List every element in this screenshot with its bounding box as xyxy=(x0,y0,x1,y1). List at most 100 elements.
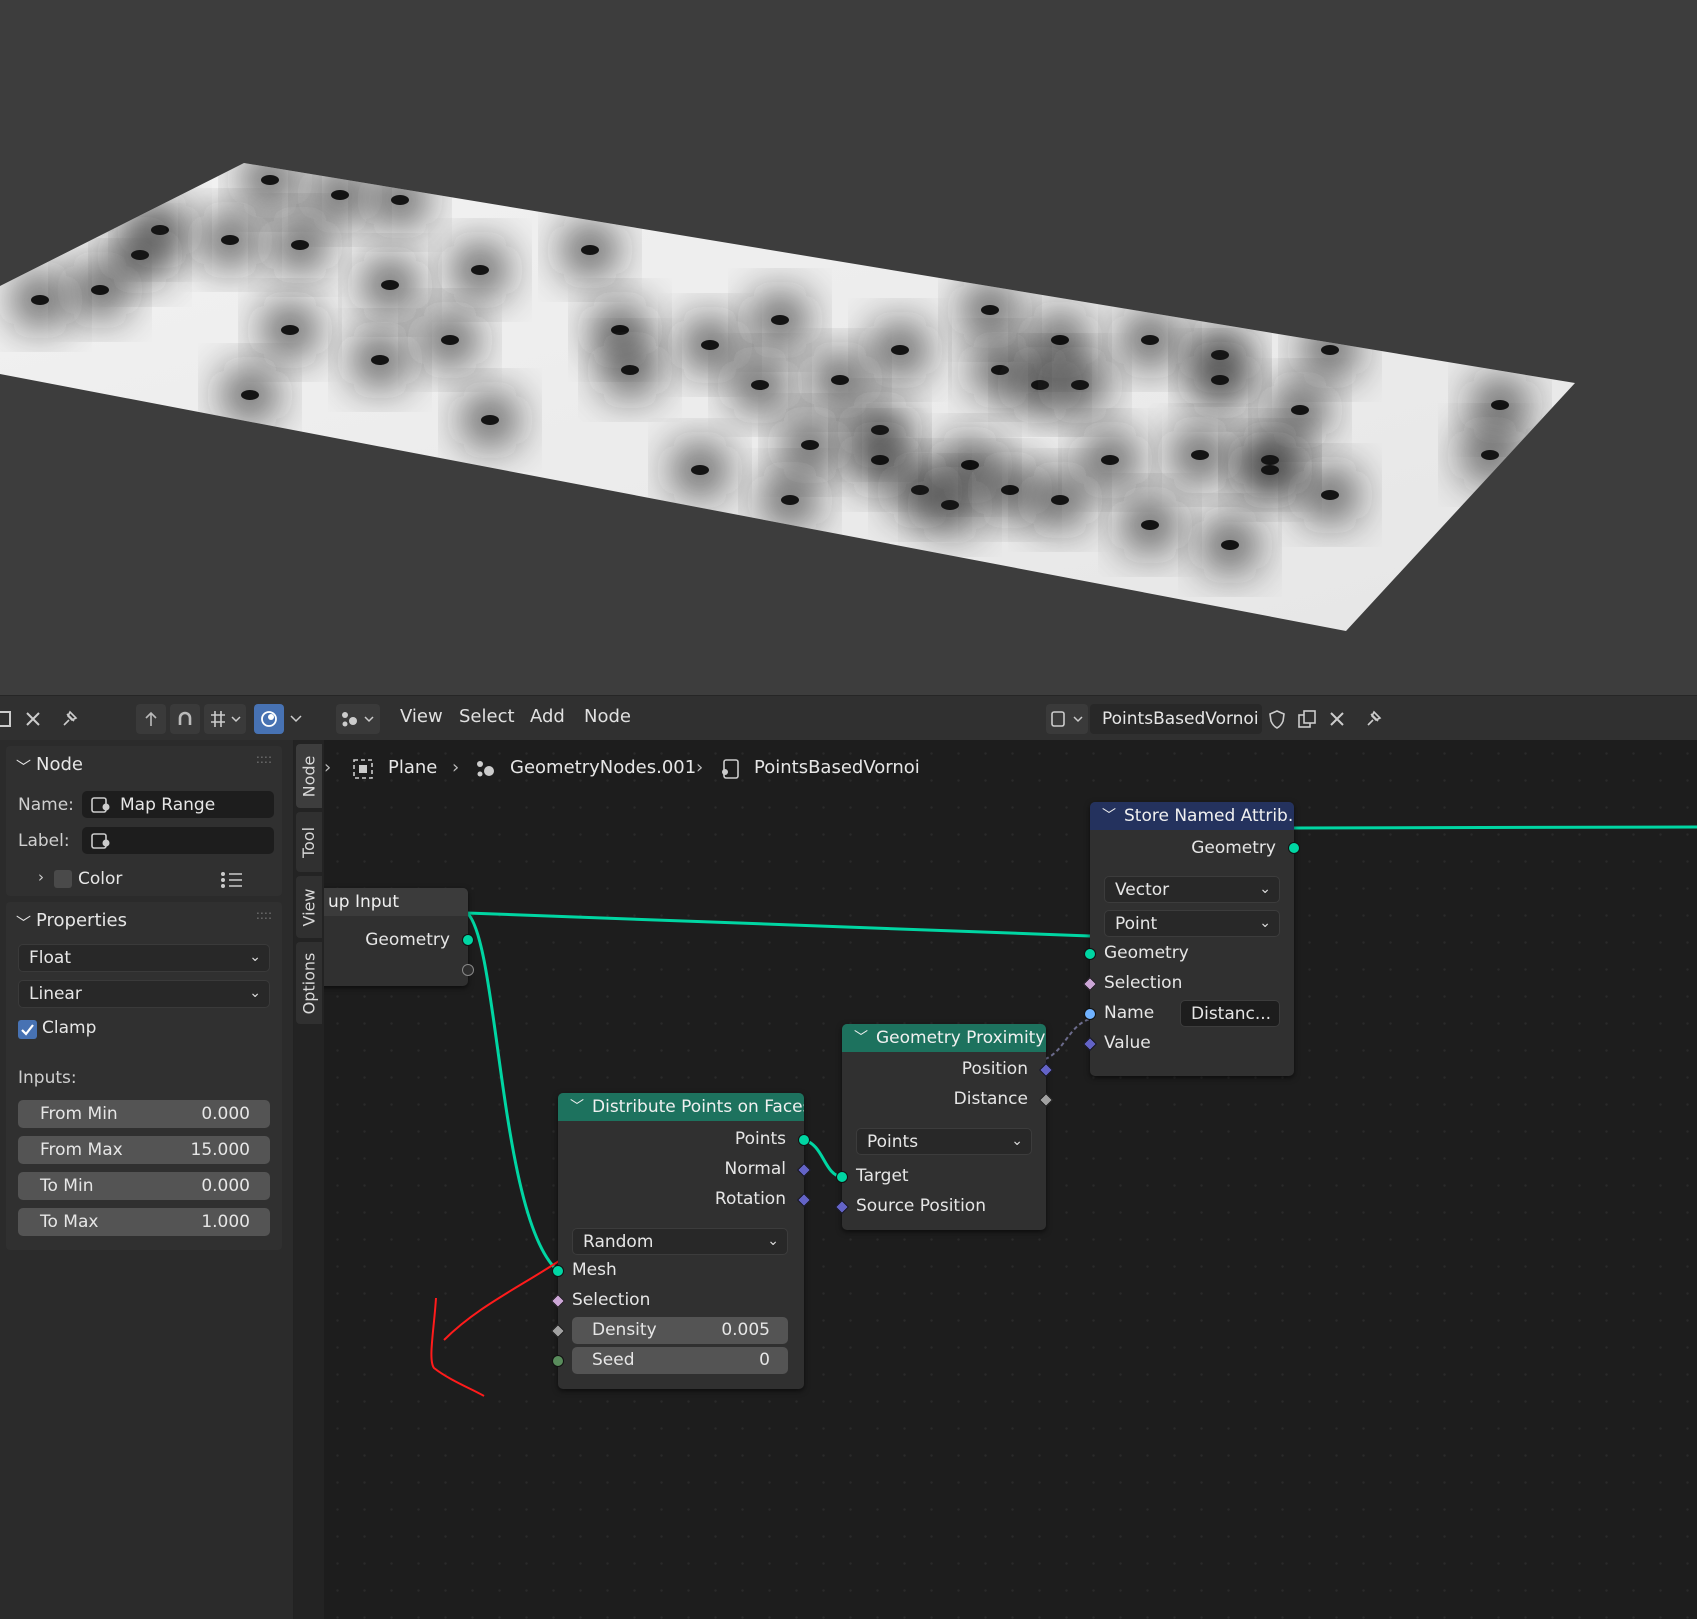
node-store-header[interactable]: ﹀ Store Named Attrib... xyxy=(1090,802,1294,830)
store-domain-dropdown[interactable]: Point ⌄ xyxy=(1104,910,1280,937)
chevron-down-icon[interactable]: ﹀ xyxy=(16,756,31,777)
group-input-geometry-label: Geometry xyxy=(365,930,450,950)
voronoi-spot-core xyxy=(1051,495,1069,505)
node-tree-name-field[interactable]: PointsBasedVornoi xyxy=(1090,704,1262,734)
node-panel: ﹀ Node :::: Name: Map Range Label: › Col… xyxy=(6,746,282,896)
node-distribute-title: Distribute Points on Faces xyxy=(592,1097,804,1117)
distribute-mesh-label: Mesh xyxy=(572,1260,617,1280)
label-label: Label: xyxy=(18,831,70,851)
proximity-target-socket[interactable] xyxy=(836,1171,848,1183)
proximity-mode-value: Points xyxy=(867,1132,919,1152)
distribute-seed-field[interactable]: Seed 0 xyxy=(572,1347,788,1374)
parent-node-tree-icon[interactable] xyxy=(136,704,166,734)
voronoi-spot-core xyxy=(221,235,239,245)
from-min-field[interactable]: From Min 0.000 xyxy=(18,1100,270,1128)
node-store-named-attribute[interactable]: ﹀ Store Named Attrib... Geometry Vector ⌄… xyxy=(1082,802,1300,1076)
chevron-down-icon[interactable]: ﹀ xyxy=(570,1096,584,1116)
node-name-field[interactable]: Map Range xyxy=(82,791,274,818)
from-min-value: 0.000 xyxy=(201,1104,250,1124)
proximity-mode-dropdown[interactable]: Points ⌄ xyxy=(856,1128,1032,1155)
data-type-dropdown[interactable]: Float ⌄ xyxy=(18,944,270,972)
node-group-input-header[interactable]: up Input xyxy=(324,888,468,916)
breadcrumb-chevron-icon: › xyxy=(452,757,460,778)
breadcrumb-modifier[interactable]: GeometryNodes.001 xyxy=(510,757,696,778)
node-tree-browse-icon[interactable] xyxy=(1046,704,1088,734)
chevron-down-icon: ⌄ xyxy=(1011,1133,1023,1149)
voronoi-spot-core xyxy=(1101,455,1119,465)
editor-type-icon[interactable] xyxy=(336,704,380,734)
voronoi-spot-core xyxy=(441,335,459,345)
link-store-out xyxy=(1293,825,1697,830)
clamp-checkbox[interactable] xyxy=(18,1020,37,1039)
link-group-to-mesh xyxy=(465,911,559,1273)
density-value: 0.005 xyxy=(721,1320,770,1340)
node-label-field[interactable] xyxy=(82,827,274,854)
duplicate-icon[interactable] xyxy=(1294,704,1320,734)
voronoi-spot-core xyxy=(961,460,979,470)
snap-grid-icon[interactable] xyxy=(204,704,246,734)
tab-node[interactable]: Node xyxy=(296,744,322,808)
tab-view[interactable]: View xyxy=(296,876,322,938)
breadcrumb-plane[interactable]: Plane xyxy=(388,757,437,778)
menu-view[interactable]: View xyxy=(400,706,443,727)
node-tree-icon xyxy=(720,758,742,784)
distribute-seed-socket[interactable] xyxy=(552,1355,564,1367)
store-geometry-input-socket[interactable] xyxy=(1084,948,1096,960)
store-name-socket[interactable] xyxy=(1084,1008,1096,1020)
unlink-close-icon[interactable] xyxy=(1324,704,1350,734)
node-panel-title[interactable]: Node xyxy=(36,754,83,775)
node-editor[interactable]: View Select Add Node PointsBasedVornoi ﹀… xyxy=(0,695,1697,1619)
sidebar-tabs: Node Tool View Options xyxy=(294,740,324,1619)
overlay-icon[interactable] xyxy=(254,704,284,734)
menu-node[interactable]: Node xyxy=(584,706,631,727)
node-name-value: Map Range xyxy=(120,794,216,815)
breadcrumb-node-tree[interactable]: PointsBasedVornoi xyxy=(754,757,920,778)
distribute-mode-dropdown[interactable]: Random ⌄ xyxy=(572,1228,788,1255)
drag-handle-icon[interactable]: :::: xyxy=(256,752,272,766)
voronoi-spot-core xyxy=(751,380,769,390)
breadcrumb-chevron-icon: › xyxy=(696,757,704,778)
node-canvas[interactable]: › Plane › GeometryNodes.001 › PointsBase… xyxy=(324,740,1697,1619)
close-icon[interactable] xyxy=(20,704,46,734)
to-max-field[interactable]: To Max 1.000 xyxy=(18,1208,270,1236)
pin-tree-icon[interactable] xyxy=(1360,704,1386,734)
store-geometry-output-socket[interactable] xyxy=(1288,842,1300,854)
node-proximity-header[interactable]: ﹀ Geometry Proximity xyxy=(842,1024,1046,1052)
node-distribute-header[interactable]: ﹀ Distribute Points on Faces xyxy=(558,1093,804,1121)
distribute-points-socket[interactable] xyxy=(798,1134,810,1146)
to-min-field[interactable]: To Min 0.000 xyxy=(18,1172,270,1200)
properties-panel-title[interactable]: Properties xyxy=(36,910,127,931)
node-geometry-proximity[interactable]: ﹀ Geometry Proximity Position Distance P… xyxy=(834,1024,1054,1230)
overlay-dropdown-chevron-icon[interactable] xyxy=(286,704,306,734)
group-input-geometry-socket[interactable] xyxy=(462,934,474,946)
menu-add[interactable]: Add xyxy=(530,706,565,727)
tab-tool[interactable]: Tool xyxy=(296,812,322,872)
chevron-down-icon[interactable]: ﹀ xyxy=(1102,805,1116,825)
proximity-target-label: Target xyxy=(856,1166,909,1186)
color-checkbox[interactable] xyxy=(54,870,72,888)
list-presets-icon[interactable] xyxy=(220,870,244,894)
distribute-mesh-socket[interactable] xyxy=(552,1265,564,1277)
distribute-density-field[interactable]: Density 0.005 xyxy=(572,1317,788,1344)
snap-magnet-icon[interactable] xyxy=(170,704,200,734)
store-data-type-dropdown[interactable]: Vector ⌄ xyxy=(1104,876,1280,903)
to-max-value: 1.000 xyxy=(201,1212,250,1232)
chevron-right-icon[interactable]: › xyxy=(38,868,44,886)
interpolation-dropdown[interactable]: Linear ⌄ xyxy=(18,980,270,1008)
link-points-to-target xyxy=(803,1138,843,1179)
node-group-input[interactable]: up Input Geometry xyxy=(324,888,474,986)
from-max-field[interactable]: From Max 15.000 xyxy=(18,1136,270,1164)
pin-icon[interactable] xyxy=(56,704,82,734)
3d-viewport[interactable] xyxy=(0,0,1697,695)
menu-select[interactable]: Select xyxy=(459,706,515,727)
chevron-down-icon[interactable]: ﹀ xyxy=(854,1027,868,1047)
group-input-empty-socket[interactable] xyxy=(462,964,474,976)
tab-options[interactable]: Options xyxy=(296,942,322,1024)
chevron-down-icon[interactable]: ﹀ xyxy=(16,912,31,933)
new-icon[interactable] xyxy=(0,704,14,734)
voronoi-spot-core xyxy=(991,365,1009,375)
drag-handle-icon[interactable]: :::: xyxy=(256,908,272,922)
node-distribute-points-on-faces[interactable]: ﹀ Distribute Points on Faces Points Norm… xyxy=(550,1093,812,1389)
store-name-field[interactable]: Distanc... xyxy=(1180,1000,1280,1027)
fake-user-shield-icon[interactable] xyxy=(1264,704,1290,734)
